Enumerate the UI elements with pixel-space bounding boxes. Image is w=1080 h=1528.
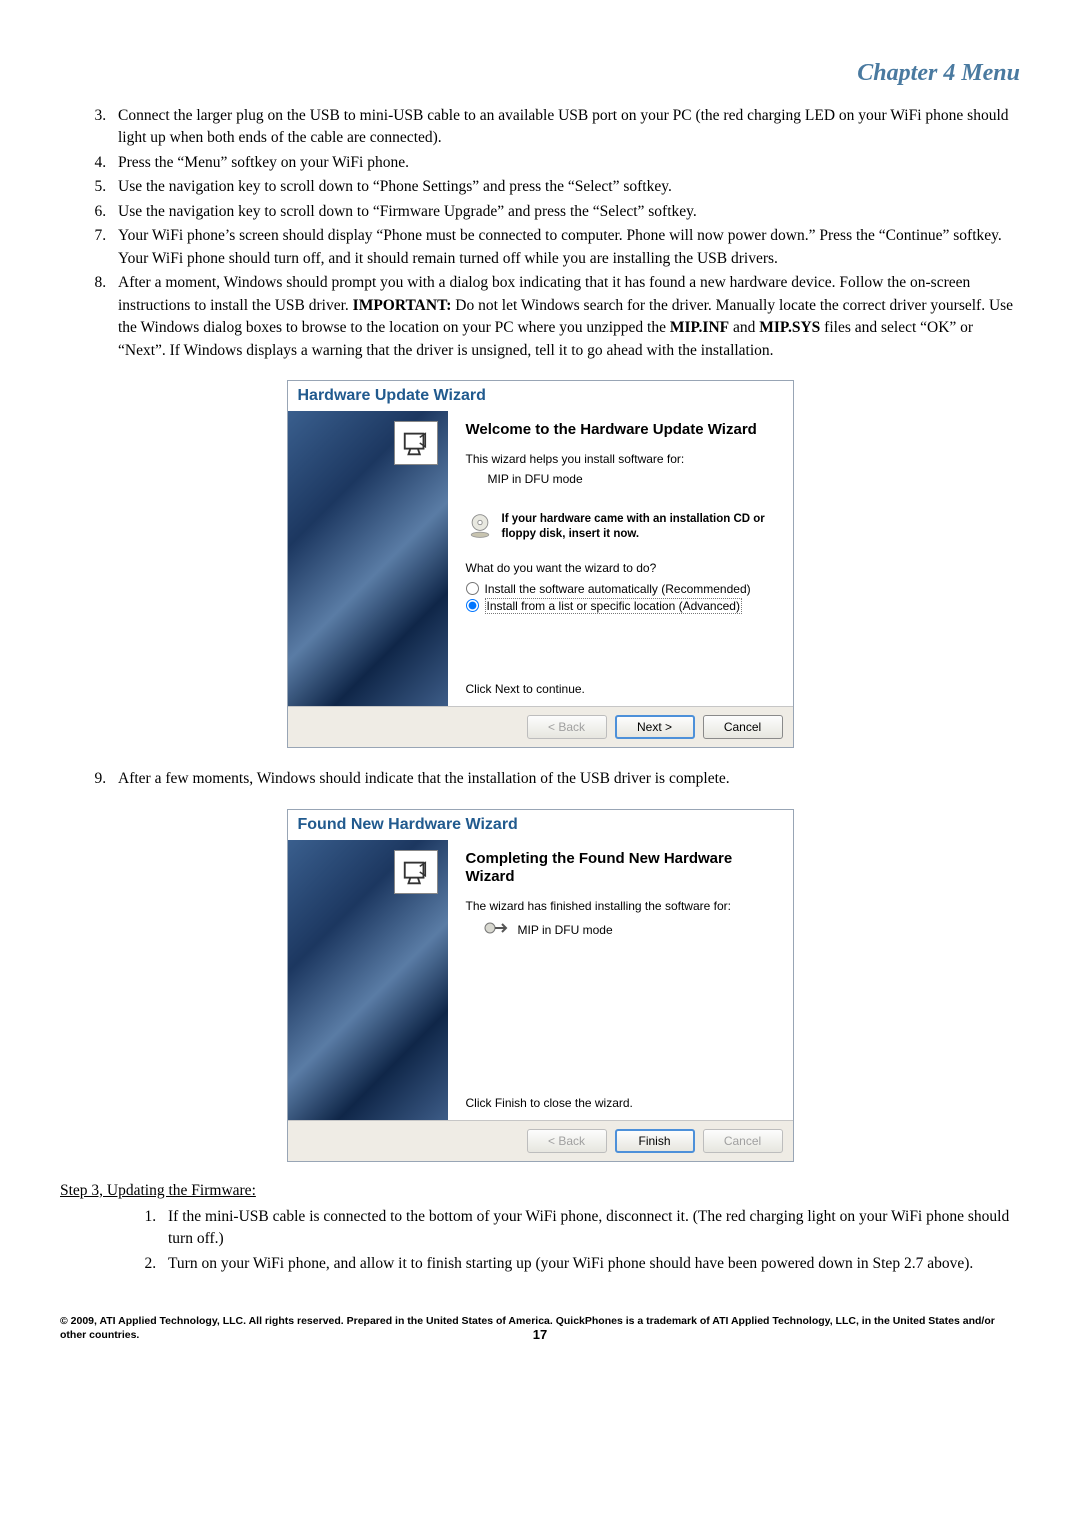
list-item: Connect the larger plug on the USB to mi… [110,105,1020,150]
finish-button[interactable]: Finish [615,1129,695,1153]
radio-install-from-list[interactable]: Install from a list or specific location… [466,598,775,614]
wizard-heading: Welcome to the Hardware Update Wizard [466,421,775,440]
wizard-text: This wizard helps you install software f… [466,452,775,466]
back-button: < Back [527,1129,607,1153]
page-number: 17 [533,1327,547,1344]
wizard-text: The wizard has finished installing the s… [466,899,775,913]
wizard-device-icon [394,421,438,465]
list-item: After a few moments, Windows should indi… [110,768,1020,790]
device-icon [484,919,510,940]
list-item: After a moment, Windows should prompt yo… [110,272,1020,362]
list-item: Your WiFi phone’s screen should display … [110,225,1020,270]
radio-input[interactable] [466,582,479,595]
back-button: < Back [527,715,607,739]
found-new-hardware-wizard-dialog: Found New Hardware Wizard Completing the… [287,809,794,1162]
wizard-device-icon [394,850,438,894]
filename: MIP.INF [670,319,729,336]
list-item: Press the “Menu” softkey on your WiFi ph… [110,152,1020,174]
dialog-title: Hardware Update Wizard [288,381,793,411]
step-3-list: If the mini-USB cable is connected to th… [130,1206,1020,1275]
next-button[interactable]: Next > [615,715,695,739]
filename: MIP.SYS [759,319,820,336]
page-footer: © 2009, ATI Applied Technology, LLC. All… [60,1315,1020,1342]
list-item: If the mini-USB cable is connected to th… [160,1206,1020,1251]
text: and [729,319,759,336]
important-label: IMPORTANT: [353,297,452,314]
cd-instruction-text: If your hardware came with an installati… [502,512,775,542]
copyright-text: © 2009, ATI Applied Technology, LLC. All… [60,1315,995,1341]
radio-label: Install from a list or specific location… [485,598,742,614]
wizard-heading: Completing the Found New Hardware Wizard [466,850,775,888]
radio-install-auto[interactable]: Install the software automatically (Reco… [466,582,775,596]
list-item: Turn on your WiFi phone, and allow it to… [160,1253,1020,1275]
instruction-list-continued: After a few moments, Windows should indi… [80,768,1020,790]
chapter-title: Chapter 4 Menu [60,60,1020,87]
hardware-update-wizard-dialog: Hardware Update Wizard Welcome to the Ha… [287,380,794,748]
wizard-sidebar-image [288,840,448,1120]
cancel-button: Cancel [703,1129,783,1153]
wizard-text: What do you want the wizard to do? [466,561,775,575]
instruction-list-first: Connect the larger plug on the USB to mi… [80,105,1020,362]
wizard-device-name: MIP in DFU mode [488,472,775,486]
wizard-sidebar-image [288,411,448,706]
radio-input[interactable] [466,599,479,612]
dialog-title: Found New Hardware Wizard [288,810,793,840]
wizard-device-name: MIP in DFU mode [518,923,613,937]
list-item: Use the navigation key to scroll down to… [110,201,1020,223]
wizard-text: Click Finish to close the wizard. [466,1086,775,1110]
radio-label: Install the software automatically (Reco… [485,582,751,596]
step-3-heading: Step 3, Updating the Firmware: [60,1182,1020,1200]
wizard-text: Click Next to continue. [466,672,775,696]
cancel-button[interactable]: Cancel [703,715,783,739]
cd-icon [466,512,494,543]
list-item: Use the navigation key to scroll down to… [110,176,1020,198]
